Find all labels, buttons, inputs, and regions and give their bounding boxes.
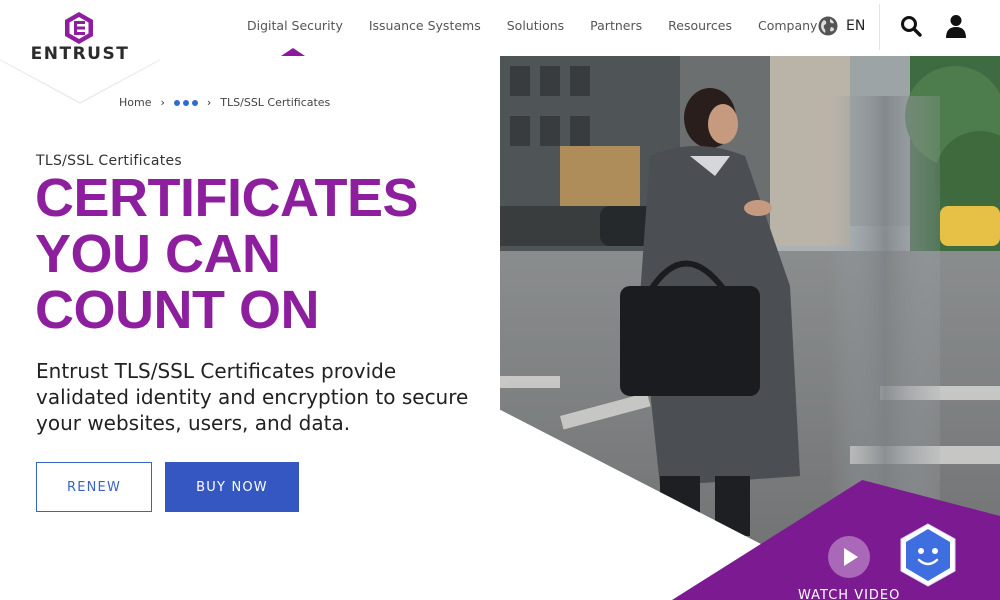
play-video-button[interactable] — [828, 536, 870, 578]
renew-button[interactable]: RENEW — [36, 462, 152, 512]
headline-line: CERTIFICATES — [35, 168, 419, 228]
nav-item-resources[interactable]: Resources — [668, 18, 732, 36]
nav-item-company[interactable]: Company — [758, 18, 817, 36]
play-icon — [844, 548, 858, 566]
entrust-logo-icon[interactable] — [63, 11, 95, 45]
headline-line: YOU CAN — [35, 224, 281, 284]
chat-assistant-icon[interactable] — [898, 522, 958, 588]
nav-item-issuance-systems[interactable]: Issuance Systems — [369, 18, 481, 36]
chevron-right-icon: › — [206, 96, 212, 109]
page-eyebrow: TLS/SSL Certificates — [36, 153, 182, 169]
page-title: CERTIFICATES YOU CAN COUNT ON — [35, 170, 495, 338]
breadcrumb: Home › › TLS/SSL Certificates — [119, 96, 330, 109]
globe-icon — [818, 16, 838, 36]
language-selector[interactable]: EN — [818, 16, 865, 36]
nav-item-partners[interactable]: Partners — [590, 18, 642, 36]
user-account-icon[interactable] — [945, 14, 967, 38]
chevron-right-icon: › — [160, 96, 165, 109]
breadcrumb-ellipsis[interactable] — [173, 99, 198, 106]
buy-now-button[interactable]: BUY NOW — [165, 462, 299, 512]
breadcrumb-current: TLS/SSL Certificates — [220, 96, 331, 109]
breadcrumb-home[interactable]: Home — [119, 96, 151, 109]
hero-description: Entrust TLS/SSL Certificates provide val… — [36, 359, 469, 435]
nav-item-digital-security[interactable]: Digital Security — [247, 18, 343, 36]
language-label: EN — [846, 18, 866, 34]
active-nav-indicator — [281, 48, 305, 56]
header-divider — [879, 4, 880, 50]
watch-video-link[interactable]: WATCH VIDEO — [798, 588, 900, 600]
main-nav: Digital Security Issuance Systems Soluti… — [234, 18, 843, 36]
headline-line: COUNT ON — [35, 280, 319, 340]
search-icon[interactable] — [900, 15, 922, 37]
brand-name: ENTRUST — [30, 44, 130, 64]
nav-item-solutions[interactable]: Solutions — [507, 18, 564, 36]
